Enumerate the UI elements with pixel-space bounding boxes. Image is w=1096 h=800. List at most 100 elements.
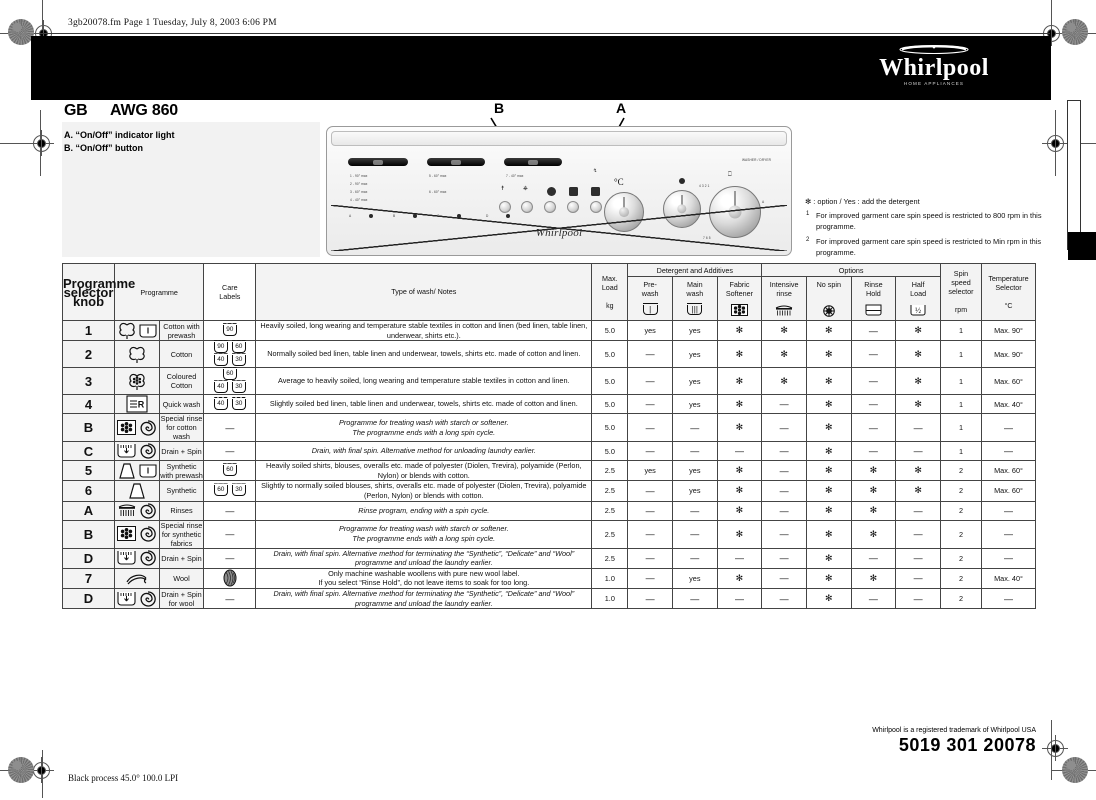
row-programme-name: Synthetic with prewash — [158, 460, 205, 482]
legend-list: A. “On/Off” indicator light B. “On/Off” … — [64, 129, 175, 155]
row-half-load: ✻ — [895, 394, 941, 415]
door-lock-icon: ⎕ — [728, 172, 732, 178]
row-temperature: — — [981, 500, 1036, 521]
not-applicable-mark: — — [734, 593, 744, 604]
row-max-load: 2.5 — [591, 519, 629, 549]
table-row: C Drain + Spin — Drain, with final spin. A… — [62, 441, 1036, 462]
table-row: 6 Synthetic 60 30 Slightly to normally soile… — [62, 480, 1036, 502]
not-applicable-mark: — — [645, 573, 655, 584]
cell-value: yes — [644, 466, 656, 476]
row-programme-name: Synthetic — [158, 480, 205, 502]
row-softener: — — [716, 587, 763, 610]
option-available-mark: ✻ — [914, 348, 922, 359]
row-spin-speed: 1 — [940, 340, 982, 369]
th-detergent-group: Detergent and Additives — [627, 263, 763, 277]
row-care-labels: — — [203, 587, 257, 610]
row-temperature: Max. 60° — [981, 480, 1036, 502]
pointer-label-b: B — [494, 100, 505, 116]
option-available-mark: ✻ — [780, 325, 788, 336]
programme-table: Programme selector knob Programme Care L… — [62, 263, 1036, 610]
footnote-2-marker: 2 — [806, 236, 810, 243]
density-patch-bottom-left — [8, 757, 34, 783]
care-label-tub: 60 — [222, 369, 237, 381]
row-description: Programme for treating wash with starch … — [255, 413, 593, 443]
row-knob-position: D — [62, 547, 115, 569]
row-mainwash: — — [671, 519, 718, 549]
row-half-load: — — [895, 413, 941, 443]
not-applicable-mark: — — [645, 399, 655, 410]
option-available-mark: ✻ — [914, 465, 922, 476]
not-applicable-mark: — — [645, 529, 655, 540]
th-spin-l2: speed — [951, 278, 971, 287]
care-label-none: — — [225, 553, 235, 564]
row-description-line: Normally soiled bed linen, table linen a… — [267, 349, 581, 359]
option-available-mark: ✻ — [824, 348, 833, 359]
table-row: D Drain + Spin for wool — Drain, with fina… — [62, 587, 1036, 610]
row-mainwash: yes — [671, 319, 718, 342]
control-panel-face: 1 - 90° max 2 - 90° max 3 - 60° max 4 - … — [331, 148, 787, 251]
row-prewash: — — [627, 441, 673, 462]
row-max-load: 2.5 — [591, 547, 629, 569]
th-care: Care Labels — [203, 263, 257, 321]
row-prewash: — — [627, 340, 673, 369]
row-intensive-rinse: ✻ — [761, 367, 807, 396]
option-available-mark: ✻ — [914, 485, 922, 496]
row-knob-position: 5 — [62, 460, 115, 482]
row-intensive-rinse: — — [761, 500, 807, 521]
option-available-mark: ✻ — [735, 572, 744, 583]
row-care-labels: 60 — [203, 460, 257, 482]
th-intensive-l1: Intensive — [769, 280, 799, 289]
row-spin-speed: 2 — [940, 567, 982, 589]
option-available-mark: ✻ — [824, 572, 833, 583]
row-spin-speed: 2 — [940, 547, 982, 569]
row-mainwash: yes — [671, 340, 718, 369]
row-intensive-rinse: — — [761, 480, 807, 502]
row-intensive-rinse: — — [761, 547, 807, 569]
th-programme: Programme — [113, 263, 205, 321]
care-label-tub: 30 — [231, 355, 246, 367]
row-programme-icon — [114, 319, 160, 342]
option-available-mark: ✻ — [735, 375, 744, 386]
density-patch-bottom-right — [1062, 757, 1088, 783]
whirlpool-logo: Whirlpool HOME APPLIANCES — [849, 44, 1019, 92]
row-mainwash: yes — [671, 480, 718, 502]
half-load-icon: ½ — [896, 304, 940, 318]
row-intensive-rinse: — — [761, 460, 807, 482]
row-rinse-hold: ✻ — [850, 567, 897, 589]
not-applicable-mark: — — [868, 399, 878, 410]
row-knob-position: 4 — [62, 394, 115, 415]
row-rinse-hold: ✻ — [850, 500, 897, 521]
not-applicable-mark: — — [1004, 505, 1013, 516]
th-halfload-l1: Half — [911, 280, 925, 289]
not-applicable-mark: — — [868, 446, 878, 457]
row-no-spin: ✻ — [805, 500, 852, 521]
row-description-line: Heavily soiled, long wearing and tempera… — [260, 321, 588, 340]
row-mainwash: — — [671, 500, 718, 521]
option-icon-rinsehold — [547, 187, 556, 196]
row-description-line: Programme for treating wash with starch … — [338, 524, 509, 534]
not-applicable-mark: — — [645, 485, 655, 496]
slug-rule — [40, 33, 1050, 34]
row-temperature: — — [981, 441, 1036, 462]
row-half-load: — — [895, 567, 941, 589]
option-icon-onoff: ☨ — [501, 186, 505, 192]
row-intensive-rinse: ✻ — [761, 340, 807, 369]
cell-value: Max. 90° — [994, 326, 1023, 336]
th-spin: Spin speed selector rpm — [940, 263, 982, 321]
row-no-spin: ✻ — [805, 394, 852, 415]
not-applicable-mark: — — [913, 573, 923, 584]
row-programme-name: Cotton with prewash — [158, 319, 205, 342]
option-available-mark: ✻ — [824, 528, 833, 539]
care-label-tub: 30 — [231, 398, 246, 410]
mainwash-icon: ||| — [673, 303, 717, 316]
row-half-load: ✻ — [895, 480, 941, 502]
not-applicable-mark: — — [1004, 529, 1013, 540]
row-no-spin: ✻ — [805, 413, 852, 443]
legend-item-b: B. “On/Off” button — [64, 143, 143, 153]
row-programme-name: Drain + Spin for wool — [158, 587, 205, 610]
th-halfload: Half Load ½ — [895, 276, 941, 321]
care-label-tub: 30 — [231, 485, 246, 497]
row-temperature: — — [981, 587, 1036, 610]
row-no-spin: ✻ — [805, 519, 852, 549]
th-softener: Fabric Softener — [716, 276, 763, 321]
